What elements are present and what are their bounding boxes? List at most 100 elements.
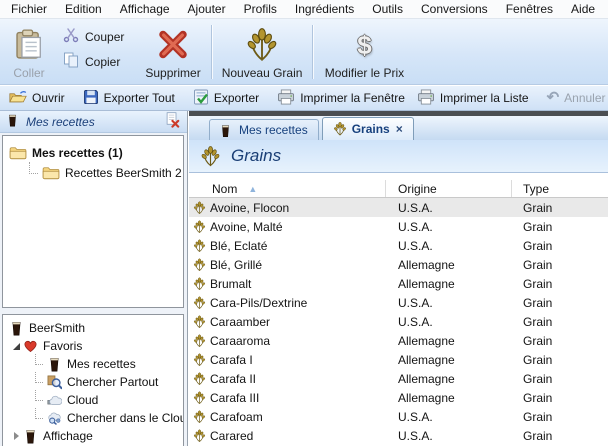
grain-icon: [193, 277, 206, 291]
cut-label: Couper: [85, 30, 124, 44]
grain-origin: U.S.A.: [386, 220, 512, 234]
nav-item[interactable]: Chercher dans le Clou: [3, 409, 183, 427]
main-toolbar: Coller Couper Copier Supprimer Nouveau G…: [0, 19, 608, 85]
panel-title: Grains: [231, 146, 281, 166]
grain-icon: [193, 334, 206, 348]
menu-item[interactable]: Outils: [363, 0, 412, 18]
table-row[interactable]: Carared U.S.A. Grain: [189, 426, 608, 445]
nav-item[interactable]: Mes recettes: [3, 355, 183, 373]
expander-icon[interactable]: [9, 343, 23, 350]
menu-item[interactable]: Profils: [235, 0, 286, 18]
nav-item[interactable]: Chercher Partout: [3, 373, 183, 391]
navigation-tree-panel: BeerSmith Favoris Mes recettes Chercher …: [2, 314, 184, 446]
table-row[interactable]: Cara-Pils/Dextrine U.S.A. Grain: [189, 293, 608, 312]
grain-type: Grain: [512, 277, 608, 291]
grain-origin: Allemagne: [386, 391, 512, 405]
table-row[interactable]: Carafa II Allemagne Grain: [189, 369, 608, 388]
column-header-nom[interactable]: Nom ▲: [189, 180, 386, 197]
edit-price-button[interactable]: $ Modifier le Prix: [316, 21, 412, 83]
copy-button[interactable]: Copier: [63, 52, 124, 71]
export-button[interactable]: Exporter: [187, 89, 265, 108]
nav-item-label: Affichage: [43, 429, 93, 443]
tree-connector: [35, 408, 43, 419]
grain-origin: Allemagne: [386, 334, 512, 348]
nav-item[interactable]: BeerSmith: [3, 319, 183, 337]
expander-icon[interactable]: [9, 432, 23, 440]
nav-item-label: Chercher dans le Clou: [67, 411, 184, 425]
column-label: Origine: [398, 182, 437, 196]
menu-item[interactable]: Edition: [56, 0, 111, 18]
menu-item[interactable]: Ajouter: [179, 0, 235, 18]
print-list-button[interactable]: Imprimer la Liste: [411, 89, 535, 108]
tree-connector: [29, 162, 38, 174]
column-header-type[interactable]: Type: [512, 180, 608, 197]
print-window-button[interactable]: Imprimer la Fenêtre: [271, 89, 411, 108]
menu-item[interactable]: Ingrédients: [286, 0, 363, 18]
menu-item[interactable]: Fenêtres: [497, 0, 562, 18]
grain-name: Brumalt: [210, 277, 251, 291]
tree-connector: [35, 390, 43, 401]
printer-icon: [417, 89, 435, 108]
menu-item[interactable]: Conversions: [412, 0, 497, 18]
remove-list-icon[interactable]: [164, 112, 180, 131]
table-row[interactable]: Caraamber U.S.A. Grain: [189, 312, 608, 331]
grain-name: Carafa III: [210, 391, 259, 405]
grain-icon: [193, 353, 206, 367]
edit-price-label: Modifier le Prix: [325, 66, 404, 81]
tab-label: Grains: [352, 122, 390, 136]
open-label: Ouvrir: [32, 91, 65, 105]
paste-button[interactable]: Coller: [3, 21, 55, 83]
nav-item-label: Favoris: [43, 339, 82, 353]
tab-close-icon[interactable]: ×: [396, 122, 403, 136]
nav-item-label: Cloud: [67, 393, 98, 407]
table-row[interactable]: Blé, Eclaté U.S.A. Grain: [189, 236, 608, 255]
tree-connector: [35, 354, 43, 365]
table-row[interactable]: Avoine, Malté U.S.A. Grain: [189, 217, 608, 236]
mug-icon: [47, 356, 62, 372]
table-row[interactable]: Blé, Grillé Allemagne Grain: [189, 255, 608, 274]
grain-origin: U.S.A.: [386, 410, 512, 424]
sidebar-header: Mes recettes: [0, 111, 187, 133]
table-row[interactable]: Caraaroma Allemagne Grain: [189, 331, 608, 350]
nav-item[interactable]: Cloud: [3, 391, 183, 409]
nav-item[interactable]: Affichage: [3, 427, 183, 445]
table-row[interactable]: Carafa I Allemagne Grain: [189, 350, 608, 369]
grain-icon: [193, 201, 206, 215]
tree-item[interactable]: Mes recettes (1): [3, 143, 183, 163]
table-row[interactable]: Carafoam U.S.A. Grain: [189, 407, 608, 426]
export-all-button[interactable]: Exporter Tout: [77, 89, 181, 108]
table-row[interactable]: Brumalt Allemagne Grain: [189, 274, 608, 293]
tree-item[interactable]: Recettes BeerSmith 2 (19): [3, 163, 183, 183]
grain-origin: Allemagne: [386, 353, 512, 367]
delete-button[interactable]: Supprimer: [138, 21, 207, 83]
grain-origin: Allemagne: [386, 258, 512, 272]
tab-mes-recettes[interactable]: Mes recettes: [209, 119, 319, 140]
menu-item[interactable]: Affichage: [111, 0, 179, 18]
table-row[interactable]: Carafa III Allemagne Grain: [189, 388, 608, 407]
grain-type: Grain: [512, 239, 608, 253]
grain-origin: U.S.A.: [386, 296, 512, 310]
nav-item[interactable]: Favoris: [3, 337, 183, 355]
grain-icon: [193, 296, 206, 310]
menu-item[interactable]: Aide: [562, 0, 604, 18]
grain-name: Caraamber: [210, 315, 270, 329]
grain-name: Caraaroma: [210, 334, 270, 348]
grain-sheaf-icon: [245, 23, 279, 66]
grain-name: Carafa II: [210, 372, 256, 386]
cut-button[interactable]: Couper: [63, 27, 124, 46]
grain-name: Avoine, Flocon: [210, 201, 289, 215]
table-row[interactable]: Avoine, Flocon U.S.A. Grain: [189, 198, 608, 217]
main-panel: Mes recettes Grains × Grains Nom ▲ Origi…: [189, 111, 608, 446]
print-list-label: Imprimer la Liste: [440, 91, 529, 105]
grain-icon: [193, 429, 206, 443]
column-header-origine[interactable]: Origine: [386, 180, 512, 197]
clipboard-icon: [14, 23, 44, 66]
paste-label: Coller: [13, 66, 44, 81]
menu-item[interactable]: Fichier: [2, 0, 56, 18]
new-grain-button[interactable]: Nouveau Grain: [215, 21, 310, 83]
undo-button[interactable]: ↶ Annuler: [541, 91, 608, 105]
grain-name: Carared: [210, 429, 253, 443]
tab-grains[interactable]: Grains ×: [322, 117, 414, 140]
grain-type: Grain: [512, 201, 608, 215]
open-button[interactable]: Ouvrir: [3, 89, 71, 108]
